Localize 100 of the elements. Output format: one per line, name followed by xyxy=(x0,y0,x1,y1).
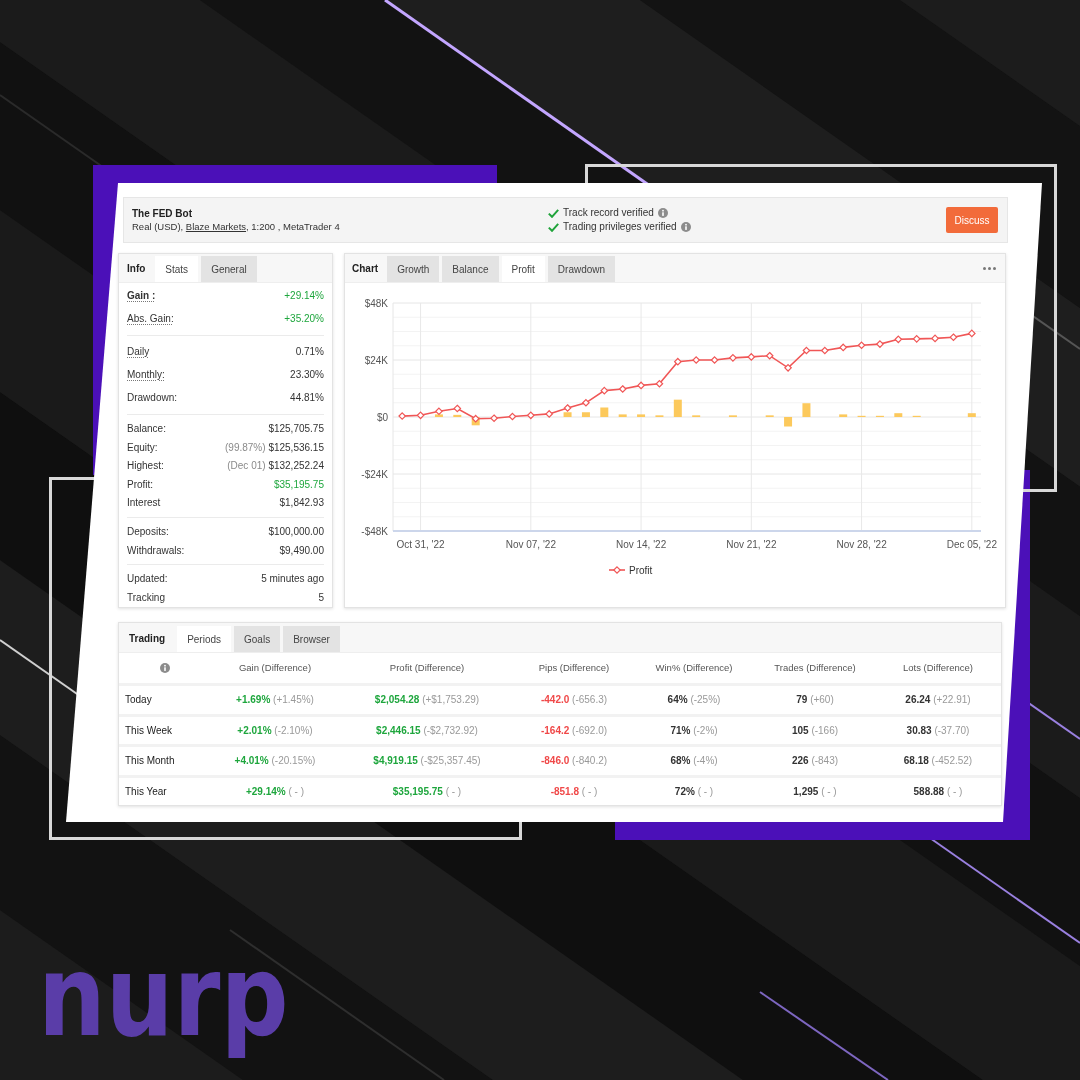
verification-label: Trading privileges verified xyxy=(563,222,677,232)
stat-value: $9,490.00 xyxy=(279,545,324,556)
line-marker xyxy=(508,412,517,421)
table-cell-text: 588.88 ( - ) xyxy=(912,784,964,799)
tab[interactable]: Goals xyxy=(234,626,281,652)
x-axis-label: Nov 21, '22 xyxy=(726,539,777,550)
account-name: The FED Bot xyxy=(132,208,192,219)
stat-value: 0.71% xyxy=(295,347,324,358)
tab[interactable]: Growth xyxy=(387,256,440,282)
stat-value: $1,842.93 xyxy=(279,498,324,509)
table-cell-text: $35,195.75 ( - ) xyxy=(391,784,463,799)
line-marker xyxy=(728,353,737,362)
chart-bar xyxy=(839,414,848,417)
row-label: This Month xyxy=(124,754,176,769)
column-header: Pips (Difference) xyxy=(537,660,611,675)
y-axis-label: $48K xyxy=(364,297,388,309)
y-axis-label: $0 xyxy=(376,411,388,423)
line-marker xyxy=(710,355,719,365)
column-header: Gain (Difference) xyxy=(237,660,313,675)
line-marker xyxy=(398,412,407,421)
row-label: This Year xyxy=(124,784,168,799)
more-icon[interactable] xyxy=(983,266,996,270)
tab[interactable]: Browser xyxy=(283,626,340,652)
legend-label: Profit xyxy=(629,564,653,576)
table-cell-text: 30.83 (-37.70) xyxy=(905,723,971,738)
stat-label: Daily xyxy=(127,347,150,358)
panel-title: Trading xyxy=(128,631,167,646)
panel-title: Info xyxy=(126,261,147,276)
tab[interactable]: General xyxy=(201,256,257,283)
stat-value: 44.81% xyxy=(290,393,324,404)
chart-bar xyxy=(600,407,609,417)
y-axis-label: -$24K xyxy=(361,468,388,480)
stat-label: Monthly: xyxy=(127,370,165,381)
stat-label: Deposits: xyxy=(127,526,169,537)
line-marker xyxy=(857,341,866,350)
line-marker xyxy=(912,334,921,343)
stat-value: (Dec 01) $132,252.24 xyxy=(227,461,324,472)
stat-label: Interest xyxy=(127,498,161,509)
chart-bar xyxy=(784,417,793,427)
brand-logo: nurp xyxy=(38,930,289,1063)
account-details: Real (USD), Blaze Markets, 1:200 , MetaTrader 4 xyxy=(132,221,340,232)
info-icon xyxy=(657,208,668,218)
column-header: Lots (Difference) xyxy=(901,660,975,675)
tab[interactable]: Stats xyxy=(155,256,199,283)
table-cell-text: +29.14% ( - ) xyxy=(244,784,306,799)
line-marker xyxy=(894,335,903,344)
table-cell-text: 79 (+60) xyxy=(795,693,835,708)
info-icon xyxy=(160,663,170,673)
table-cell-text: +2.01% (-2.10%) xyxy=(236,723,314,738)
table-cell-text: +4.01% (-20.15%) xyxy=(233,754,317,769)
table-cell-text: 68% (-4%) xyxy=(669,754,719,769)
x-axis-label: Dec 05, '22 xyxy=(946,539,997,550)
stat-value: +29.14% xyxy=(284,291,324,302)
x-axis-label: Nov 28, '22 xyxy=(836,539,887,550)
chart-bar xyxy=(637,414,646,417)
row-label: Today xyxy=(124,693,153,708)
stat-value: 23.30% xyxy=(290,370,324,381)
tab[interactable]: Profit xyxy=(501,256,545,282)
line-marker xyxy=(416,411,425,420)
stat-label: Highest: xyxy=(127,461,164,472)
tab[interactable]: Periods xyxy=(177,626,232,652)
line-marker xyxy=(545,409,554,418)
table-cell-text: 72% ( - ) xyxy=(673,784,715,799)
verification-label: Track record verified xyxy=(563,208,654,218)
table-cell-text: 105 (-166) xyxy=(790,723,840,738)
table-cell-text: +1.69% (+1.45%) xyxy=(235,693,315,708)
line-marker xyxy=(673,357,682,366)
stat-label: Gain : xyxy=(127,291,156,302)
chart-bar xyxy=(618,414,627,417)
chart-bar xyxy=(673,399,682,417)
stat-label: Drawdown: xyxy=(127,393,178,404)
stat-value: 5 minutes ago xyxy=(261,574,324,585)
stat-label: Withdrawals: xyxy=(127,545,185,556)
stat-label: Profit: xyxy=(127,479,154,490)
panel-title: Chart xyxy=(351,261,380,276)
stat-value: $100,000.00 xyxy=(268,526,324,537)
stat-value: $35,195.75 xyxy=(273,479,324,490)
stat-value: +35.20% xyxy=(284,314,324,325)
line-marker xyxy=(765,351,774,360)
tab[interactable]: Drawdown xyxy=(547,256,616,282)
line-marker xyxy=(434,407,443,416)
tab[interactable]: Balance xyxy=(442,256,499,282)
table-cell-text: $2,446.15 (-$2,732.92) xyxy=(375,723,479,738)
table-cell-text: $2,054.28 (+$1,753.29) xyxy=(373,693,481,708)
stat-label: Updated: xyxy=(127,574,168,585)
y-axis-label: $24K xyxy=(364,354,388,366)
row-label: This Week xyxy=(124,723,174,738)
table-cell-text: $4,919.15 (-$25,357.45) xyxy=(372,754,482,769)
chart-bar xyxy=(581,412,590,417)
stat-value: (99.87%) $125,536.15 xyxy=(225,442,324,453)
stat-label: Abs. Gain: xyxy=(127,314,174,325)
line-marker xyxy=(692,355,701,365)
info-icon xyxy=(680,222,691,232)
table-cell-text: -164.2 (-692.0) xyxy=(539,723,609,738)
table-cell-text: 68.18 (-452.52) xyxy=(902,754,974,769)
table-cell-text: -442.0 (-656.3) xyxy=(539,693,609,708)
chart-bar xyxy=(802,403,811,417)
line-marker xyxy=(931,334,940,343)
y-axis-label: -$48K xyxy=(361,525,388,537)
column-header: Profit (Difference) xyxy=(388,660,466,675)
